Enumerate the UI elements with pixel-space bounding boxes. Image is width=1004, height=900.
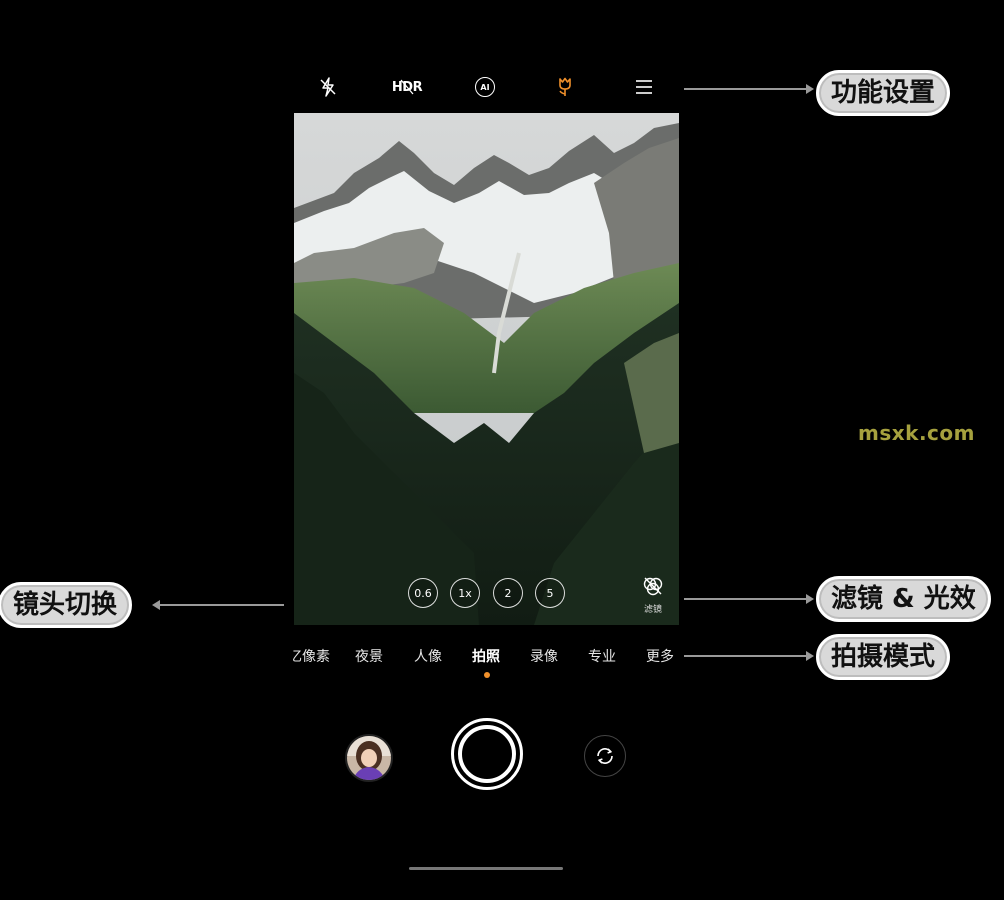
- callout-line-lens: [158, 604, 284, 606]
- zoom-0.6-button[interactable]: 0.6: [408, 578, 438, 608]
- zoom-2-button[interactable]: 2: [493, 578, 523, 608]
- camera-top-bar: HDR AI: [293, 60, 680, 112]
- viewfinder[interactable]: [294, 113, 679, 625]
- callout-line-settings: [684, 88, 808, 90]
- mode-item[interactable]: 夜景: [355, 646, 383, 666]
- callout-arrow-modes: [806, 651, 814, 661]
- camera-app: HDR AI: [293, 60, 680, 900]
- mode-item[interactable]: 更多: [646, 646, 674, 666]
- callout-settings: 功能设置: [816, 70, 951, 116]
- filter-button[interactable]: 滤镜: [635, 575, 671, 619]
- callout-filter-light: 滤镜 & 光效: [816, 576, 991, 622]
- zoom-1x-button[interactable]: 1x: [450, 578, 480, 608]
- callout-shoot-modes: 拍摄模式: [816, 634, 951, 680]
- hdr-off-button[interactable]: HDR: [391, 72, 423, 102]
- callout-line-filter: [684, 598, 808, 600]
- callout-line-modes: [684, 655, 808, 657]
- filter-off-icon: [643, 577, 663, 596]
- callout-arrow-settings: [806, 84, 814, 94]
- callout-lens-switch: 镜头切换: [0, 582, 133, 628]
- filter-label: 滤镜: [643, 605, 662, 615]
- ai-button[interactable]: AI: [470, 72, 500, 102]
- ai-icon: AI: [475, 77, 495, 97]
- mode-item[interactable]: 人像: [414, 646, 442, 666]
- watermark: msxk.com: [858, 421, 975, 445]
- mountain-landscape-preview: [294, 113, 679, 625]
- shutter-button[interactable]: [451, 718, 523, 790]
- active-mode-indicator: [484, 672, 490, 678]
- mode-item[interactable]: 亿像素: [293, 646, 330, 666]
- callout-arrow-filter: [806, 594, 814, 604]
- avatar: [347, 736, 391, 780]
- mode-item[interactable]: 专业: [588, 646, 616, 666]
- shutter-inner-ring: [458, 725, 516, 783]
- flash-off-icon[interactable]: [313, 72, 343, 102]
- tulip-icon[interactable]: [550, 72, 580, 102]
- gallery-thumbnail[interactable]: [345, 734, 393, 782]
- switch-camera-button[interactable]: [584, 735, 626, 777]
- mode-item-active[interactable]: 拍照: [472, 646, 500, 666]
- zoom-5-button[interactable]: 5: [535, 578, 565, 608]
- home-indicator[interactable]: [409, 867, 563, 870]
- mode-item[interactable]: 录像: [530, 646, 558, 666]
- menu-icon[interactable]: [629, 72, 659, 102]
- mode-selector[interactable]: 亿像素 夜景 人像 拍照 录像 专业 更多: [293, 646, 680, 666]
- rotate-camera-icon: [597, 748, 613, 764]
